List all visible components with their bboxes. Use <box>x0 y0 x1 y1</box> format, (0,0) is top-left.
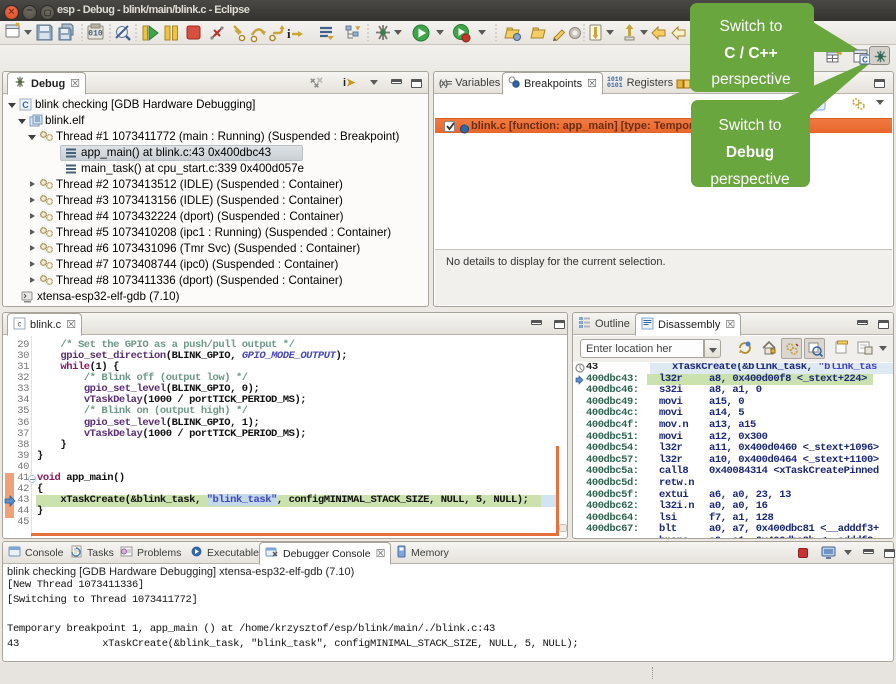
svg-text:perspective: perspective <box>710 171 789 188</box>
svg-text:C / C++: C / C++ <box>724 45 777 62</box>
svg-text:c: c <box>18 319 22 328</box>
svg-text:C: C <box>862 56 868 65</box>
svg-text:Switch to: Switch to <box>720 18 783 35</box>
svg-text:Debug: Debug <box>726 144 774 161</box>
svg-text:perspective: perspective <box>711 71 790 88</box>
svg-text:Switch to: Switch to <box>719 117 782 134</box>
